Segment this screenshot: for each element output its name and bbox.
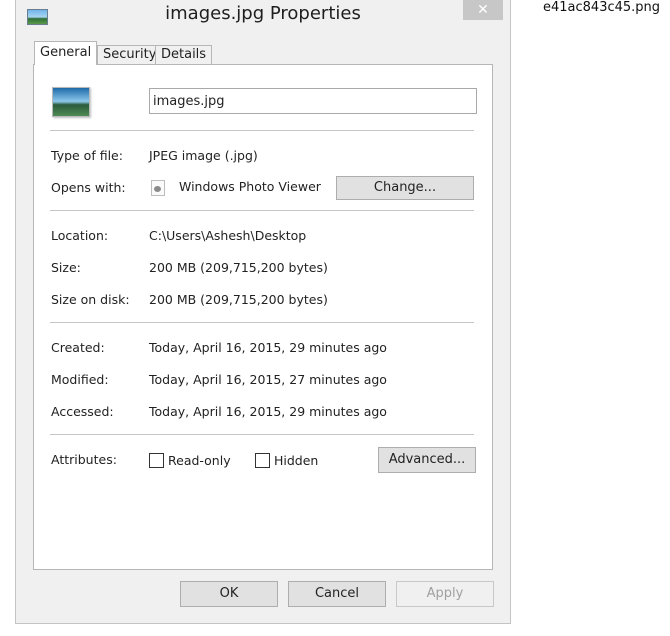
title-bar[interactable]: images.jpg Properties ✕	[16, 0, 510, 32]
size-value: 200 MB (209,715,200 bytes)	[149, 260, 328, 275]
opens-with-label: Opens with:	[51, 180, 126, 195]
file-name-input[interactable]	[149, 88, 477, 114]
type-of-file-value: JPEG image (.jpg)	[149, 148, 258, 163]
attributes-label: Attributes:	[51, 452, 117, 467]
modified-label: Modified:	[51, 372, 109, 387]
read-only-checkbox[interactable]	[149, 453, 164, 468]
created-label: Created:	[51, 340, 105, 355]
window-title: images.jpg Properties	[165, 3, 361, 24]
read-only-label[interactable]: Read-only	[168, 453, 231, 468]
opens-with-value: Windows Photo Viewer	[179, 179, 321, 194]
close-button[interactable]: ✕	[463, 0, 503, 20]
tab-general[interactable]: General	[34, 41, 98, 65]
screenshot-filename-label: e41ac843c45.png	[543, 0, 661, 15]
type-of-file-label: Type of file:	[51, 148, 123, 163]
separator	[50, 130, 474, 131]
cancel-button[interactable]: Cancel	[288, 581, 386, 607]
separator	[50, 322, 474, 323]
change-button[interactable]: Change...	[336, 176, 474, 200]
tab-security[interactable]: Security	[97, 45, 163, 65]
accessed-value: Today, April 16, 2015, 29 minutes ago	[149, 404, 387, 419]
ok-button[interactable]: OK	[180, 581, 278, 607]
size-on-disk-value: 200 MB (209,715,200 bytes)	[149, 292, 328, 307]
modified-value: Today, April 16, 2015, 27 minutes ago	[149, 372, 387, 387]
advanced-button[interactable]: Advanced...	[378, 447, 476, 473]
apply-button[interactable]: Apply	[396, 581, 494, 607]
file-thumbnail-icon	[52, 87, 90, 117]
separator	[50, 210, 474, 211]
general-tab-panel: Type of file: JPEG image (.jpg) Opens wi…	[33, 64, 493, 570]
size-on-disk-label: Size on disk:	[51, 292, 130, 307]
location-value: C:\Users\Ashesh\Desktop	[149, 228, 307, 243]
properties-dialog: images.jpg Properties ✕ General Security…	[15, 0, 511, 624]
hidden-label[interactable]: Hidden	[274, 453, 318, 468]
size-label: Size:	[51, 260, 81, 275]
created-value: Today, April 16, 2015, 29 minutes ago	[149, 340, 387, 355]
accessed-label: Accessed:	[51, 404, 114, 419]
separator	[50, 434, 474, 435]
hidden-checkbox[interactable]	[255, 453, 270, 468]
photo-viewer-icon	[151, 180, 165, 196]
location-label: Location:	[51, 228, 109, 243]
tab-details[interactable]: Details	[155, 45, 213, 65]
